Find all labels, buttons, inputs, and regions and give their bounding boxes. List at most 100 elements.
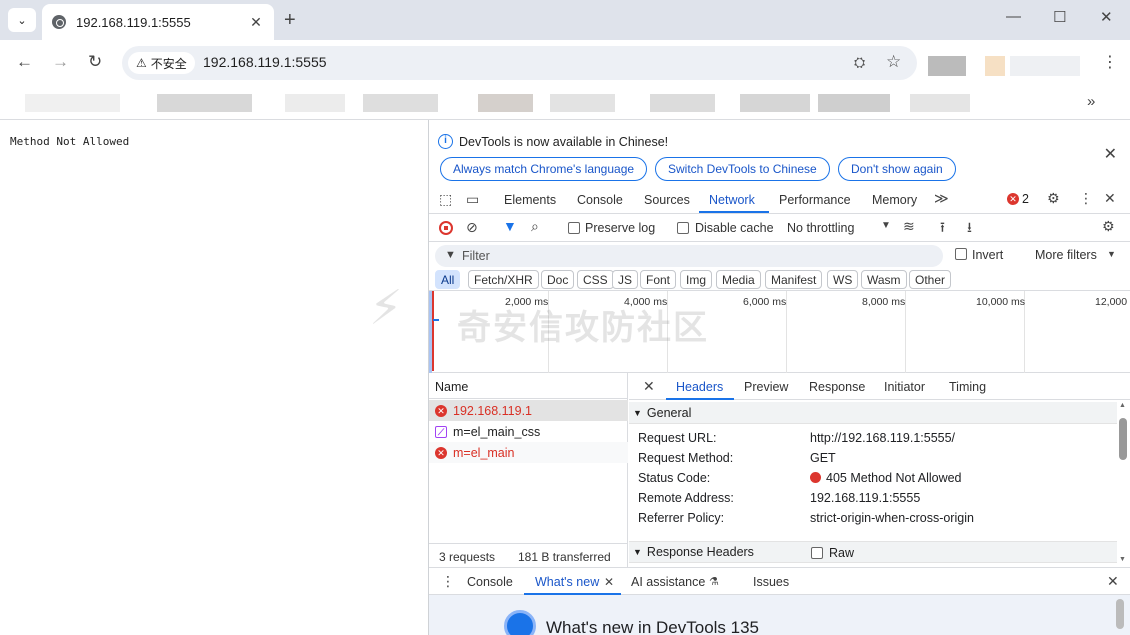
preserve-log-checkbox[interactable] [568, 222, 580, 234]
drawer-close-icon[interactable]: ✕ [1107, 573, 1119, 590]
inspect-element-icon[interactable]: ⬚ [439, 191, 452, 208]
detail-scrollbar[interactable]: ▲ ▼ [1119, 402, 1127, 564]
switch-to-chinese-button[interactable]: Switch DevTools to Chinese [655, 157, 830, 181]
tab-elements[interactable]: Elements [504, 193, 556, 207]
translate-icon[interactable]: ⛭ [854, 54, 865, 71]
more-filters-button[interactable]: More filters [1035, 248, 1097, 262]
menu-kebab-icon[interactable]: ⋮ [1102, 52, 1118, 72]
bookmark-star-icon[interactable]: ☆ [886, 52, 901, 72]
request-row[interactable]: ✕ 192.168.119.1 [429, 400, 628, 421]
tab-close-icon[interactable]: ✕ [248, 14, 264, 31]
tab-timing[interactable]: Timing [949, 380, 986, 394]
type-filter-manifest[interactable]: Manifest [765, 270, 823, 289]
throttling-select[interactable]: No throttling [787, 221, 854, 235]
invert-checkbox[interactable] [955, 248, 967, 260]
disable-cache-checkbox[interactable] [677, 222, 689, 234]
infobar-close-icon[interactable]: ✕ [1104, 144, 1117, 164]
settings-gear-icon[interactable]: ⚙ [1047, 190, 1060, 207]
response-headers-section-header[interactable]: ▼ Response Headers Raw [629, 541, 1117, 563]
bookmark-item[interactable] [157, 94, 252, 112]
import-har-icon[interactable]: ⭱ [940, 217, 945, 241]
new-tab-button[interactable]: + [284, 9, 296, 32]
drawer-tab-console[interactable]: Console [467, 575, 513, 589]
type-filter-css[interactable]: CSS [577, 270, 614, 289]
network-settings-icon[interactable]: ⚙ [1102, 218, 1115, 235]
bookmarks-overflow-button[interactable]: » [1087, 93, 1095, 110]
error-count[interactable]: 2 [1022, 192, 1029, 206]
type-filter-all[interactable]: All [435, 270, 461, 289]
bookmark-item[interactable] [650, 94, 715, 112]
bookmark-item[interactable] [285, 94, 345, 112]
record-stop-icon[interactable] [439, 221, 453, 235]
bookmark-item[interactable] [25, 94, 120, 112]
tab-preview[interactable]: Preview [744, 380, 788, 394]
type-filter-doc[interactable]: Doc [541, 270, 575, 289]
search-icon[interactable]: ⌕ [531, 218, 539, 235]
bookmark-item[interactable] [910, 94, 970, 112]
type-filter-ws[interactable]: WS [827, 270, 859, 289]
scroll-down-icon[interactable]: ▼ [1119, 556, 1126, 563]
more-tabs-icon[interactable]: ≫ [934, 190, 949, 207]
drawer-tab-ai-assistance[interactable]: AI assistance [631, 575, 705, 589]
minimize-button[interactable]: — [1006, 8, 1021, 25]
match-language-button[interactable]: Always match Chrome's language [440, 157, 648, 181]
tab-sources[interactable]: Sources [644, 193, 690, 207]
type-filter-fetch-xhr[interactable]: Fetch/XHR [468, 270, 539, 289]
back-button[interactable]: ← [16, 52, 33, 72]
profile-avatar[interactable] [1010, 56, 1080, 76]
device-toolbar-icon[interactable]: ▭ [466, 191, 479, 208]
close-detail-icon[interactable]: ✕ [643, 378, 655, 395]
tab-response[interactable]: Response [809, 380, 865, 394]
dont-show-again-button[interactable]: Don't show again [838, 157, 956, 181]
type-filter-other[interactable]: Other [909, 270, 952, 289]
tab-performance[interactable]: Performance [779, 193, 851, 207]
browser-tab[interactable]: 192.168.119.1:5555 ✕ [42, 4, 274, 40]
request-row[interactable]: ✕ m=el_main [429, 442, 628, 463]
filter-input[interactable]: ▼ Filter [435, 245, 943, 267]
bookmark-item[interactable] [478, 94, 533, 112]
name-column-header[interactable]: Name [435, 380, 468, 394]
bookmark-item[interactable] [363, 94, 438, 112]
url-text[interactable]: 192.168.119.1:5555 [203, 54, 327, 70]
network-conditions-icon[interactable]: ≋ [903, 218, 915, 235]
type-filter-wasm[interactable]: Wasm [861, 270, 907, 289]
tab-console[interactable]: Console [577, 193, 623, 207]
raw-checkbox[interactable] [811, 547, 823, 559]
network-overview-timeline[interactable]: 2,000 ms 4,000 ms 6,000 ms 8,000 ms 10,0… [429, 291, 1130, 373]
security-chip[interactable]: ⚠ 不安全 [128, 52, 195, 74]
filter-funnel-icon[interactable]: ▼ [503, 218, 517, 234]
scroll-up-icon[interactable]: ▲ [1119, 402, 1126, 409]
close-whats-new-icon[interactable]: ✕ [604, 575, 614, 589]
drawer-scrollbar[interactable] [1116, 599, 1124, 629]
tab-network[interactable]: Network [709, 193, 755, 207]
tab-headers[interactable]: Headers [676, 380, 723, 394]
drawer-menu-icon[interactable]: ⋮ [441, 573, 455, 590]
extension-icon[interactable] [985, 56, 1005, 76]
scrollbar-thumb[interactable] [1119, 418, 1127, 460]
type-filter-img[interactable]: Img [680, 270, 713, 289]
omnibox[interactable]: ⚠ 不安全 192.168.119.1:5555 ⛭ ☆ [122, 46, 917, 80]
request-row[interactable]: ⟋ m=el_main_css [429, 421, 628, 442]
bookmark-item[interactable] [740, 94, 810, 112]
maximize-button[interactable]: ☐ [1053, 8, 1066, 26]
chevron-down-icon[interactable]: ▼ [1107, 249, 1116, 259]
clear-icon[interactable]: ⊘ [466, 219, 478, 236]
type-filter-js[interactable]: JS [612, 270, 639, 289]
type-filter-media[interactable]: Media [716, 270, 761, 289]
devtools-menu-icon[interactable]: ⋮ [1079, 190, 1093, 207]
type-filter-font[interactable]: Font [640, 270, 677, 289]
forward-button[interactable]: → [52, 52, 69, 72]
timeline-handle[interactable] [429, 291, 432, 373]
tab-initiator[interactable]: Initiator [884, 380, 925, 394]
reload-button[interactable]: ↻ [88, 52, 102, 72]
export-har-icon[interactable]: ⭳ [967, 217, 972, 241]
devtools-close-icon[interactable]: ✕ [1104, 190, 1116, 207]
drawer-tab-issues[interactable]: Issues [753, 575, 789, 589]
chevron-down-icon[interactable]: ▼ [881, 220, 891, 231]
general-section-header[interactable]: ▼ General [629, 402, 1117, 424]
bookmark-item[interactable] [550, 94, 615, 112]
extension-icon[interactable] [928, 56, 966, 76]
drawer-tab-whats-new[interactable]: What's new [535, 575, 599, 589]
close-window-button[interactable]: ✕ [1100, 8, 1113, 26]
bookmark-item[interactable] [818, 94, 890, 112]
